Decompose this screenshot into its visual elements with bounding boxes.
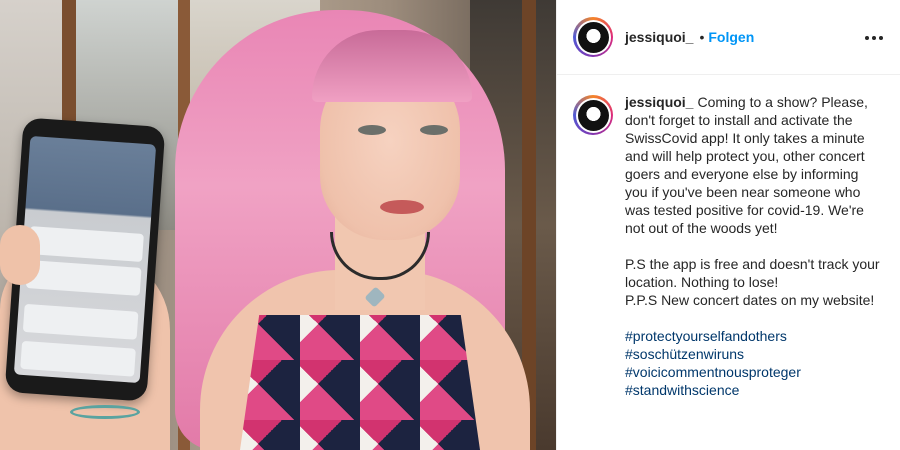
phone-card [28, 226, 144, 262]
hashtag-link[interactable]: #protectyourselfandothers [625, 327, 884, 345]
avatar-ring [575, 97, 611, 133]
more-dot [879, 36, 883, 40]
caption: jessiquoi_ Coming to a show? Please, don'… [557, 75, 900, 399]
hashtag-link[interactable]: #soschützenwiruns [625, 345, 884, 363]
username-link[interactable]: jessiquoi_ [625, 29, 693, 45]
post-photo[interactable] [0, 0, 556, 450]
thumb [0, 225, 40, 285]
post-sidebar: jessiquoi_ • Folgen jessiquoi_ Coming to … [556, 0, 900, 450]
avatar[interactable] [573, 17, 613, 57]
more-dot [872, 36, 876, 40]
hashtag-link[interactable]: #voicicommentnousproteger [625, 363, 884, 381]
bracelet [70, 405, 140, 419]
hashtag-link[interactable]: #standwithscience [625, 381, 884, 399]
more-dot [865, 36, 869, 40]
lips [380, 200, 424, 214]
instagram-post: jessiquoi_ • Folgen jessiquoi_ Coming to … [0, 0, 900, 450]
phone-card [25, 260, 142, 296]
patterned-top [240, 315, 480, 450]
caption-paragraph-1: Coming to a show? Please, don't forget t… [625, 94, 868, 236]
caption-ps: P.S the app is free and doesn't track yo… [625, 256, 880, 290]
caption-username[interactable]: jessiquoi_ [625, 94, 693, 110]
post-header: jessiquoi_ • Folgen [557, 0, 900, 75]
caption-paragraph: jessiquoi_ Coming to a show? Please, don'… [625, 93, 884, 237]
caption-avatar[interactable] [573, 95, 613, 135]
avatar-image [577, 21, 609, 53]
separator-dot: • [699, 29, 705, 45]
avatar-ring [575, 19, 611, 55]
phone-card [20, 340, 136, 377]
avatar-image [577, 99, 609, 131]
eye [420, 125, 448, 135]
phone-card [22, 303, 139, 340]
follow-button[interactable]: Folgen [708, 29, 754, 45]
eye [358, 125, 386, 135]
more-horizontal-icon[interactable] [862, 26, 886, 50]
caption-pps: P.P.S New concert dates on my website! [625, 292, 875, 308]
caption-text: jessiquoi_ Coming to a show? Please, don'… [625, 93, 884, 399]
